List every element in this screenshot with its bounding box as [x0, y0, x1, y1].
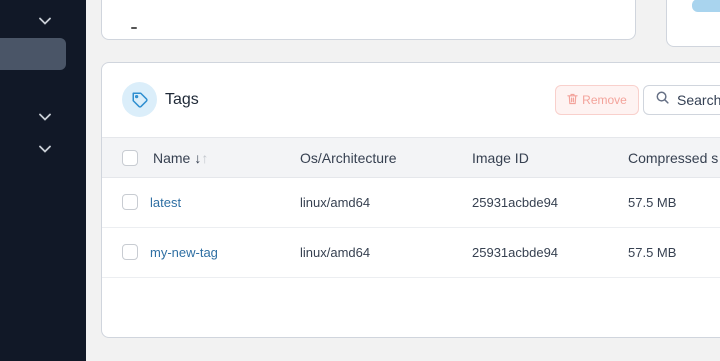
chevron-down-icon[interactable] — [37, 109, 53, 125]
action-button[interactable] — [692, 0, 720, 12]
panel-title: Tags — [165, 91, 199, 108]
remove-button[interactable]: Remove — [555, 85, 639, 115]
tag-name-link[interactable]: my-new-tag — [150, 245, 218, 260]
search-input[interactable] — [677, 92, 720, 108]
details-card — [101, 0, 636, 40]
search-field[interactable] — [643, 85, 720, 115]
column-name-label: Name — [153, 150, 191, 166]
column-header-compressed-size[interactable]: Compressed s — [628, 150, 718, 166]
compressed-size-cell: 57.5 MB — [628, 245, 677, 260]
row-checkbox[interactable] — [122, 194, 138, 210]
sidebar-active-item[interactable] — [0, 38, 66, 70]
table-header: Name ↓↑ Os/Architecture Image ID Compress… — [102, 137, 720, 178]
column-header-image-id[interactable]: Image ID — [472, 150, 529, 166]
trash-icon — [567, 93, 578, 108]
column-header-os-arch[interactable]: Os/Architecture — [300, 150, 396, 166]
image-id-cell: 25931acbde94 — [472, 195, 559, 210]
select-all-checkbox[interactable] — [122, 150, 138, 166]
chevron-down-icon[interactable] — [37, 141, 53, 157]
compressed-size-cell: 57.5 MB — [628, 195, 677, 210]
search-icon — [656, 91, 669, 109]
tags-panel: Tags Remove Name↓↑ Os/Architecture Image… — [101, 62, 720, 338]
truncated-text — [131, 27, 137, 29]
tag-name-link[interactable]: latest — [150, 195, 181, 210]
table-row: latest linux/amd64 25931acbde94 57.5 MB — [102, 178, 720, 228]
table-row: my-new-tag linux/amd64 25931acbde94 57.5… — [102, 228, 720, 278]
tag-icon — [122, 82, 157, 117]
image-id-cell: 25931acbde94 — [472, 245, 559, 260]
row-checkbox[interactable] — [122, 244, 138, 260]
column-header-name[interactable]: Name ↓↑ — [153, 150, 208, 166]
side-card — [666, 0, 720, 47]
os-arch-cell: linux/amd64 — [300, 195, 371, 210]
remove-label: Remove — [582, 93, 627, 107]
chevron-down-icon[interactable] — [37, 13, 53, 29]
sidebar — [0, 0, 86, 361]
os-arch-cell: linux/amd64 — [300, 245, 371, 260]
sort-icon[interactable]: ↓↑ — [194, 150, 208, 166]
